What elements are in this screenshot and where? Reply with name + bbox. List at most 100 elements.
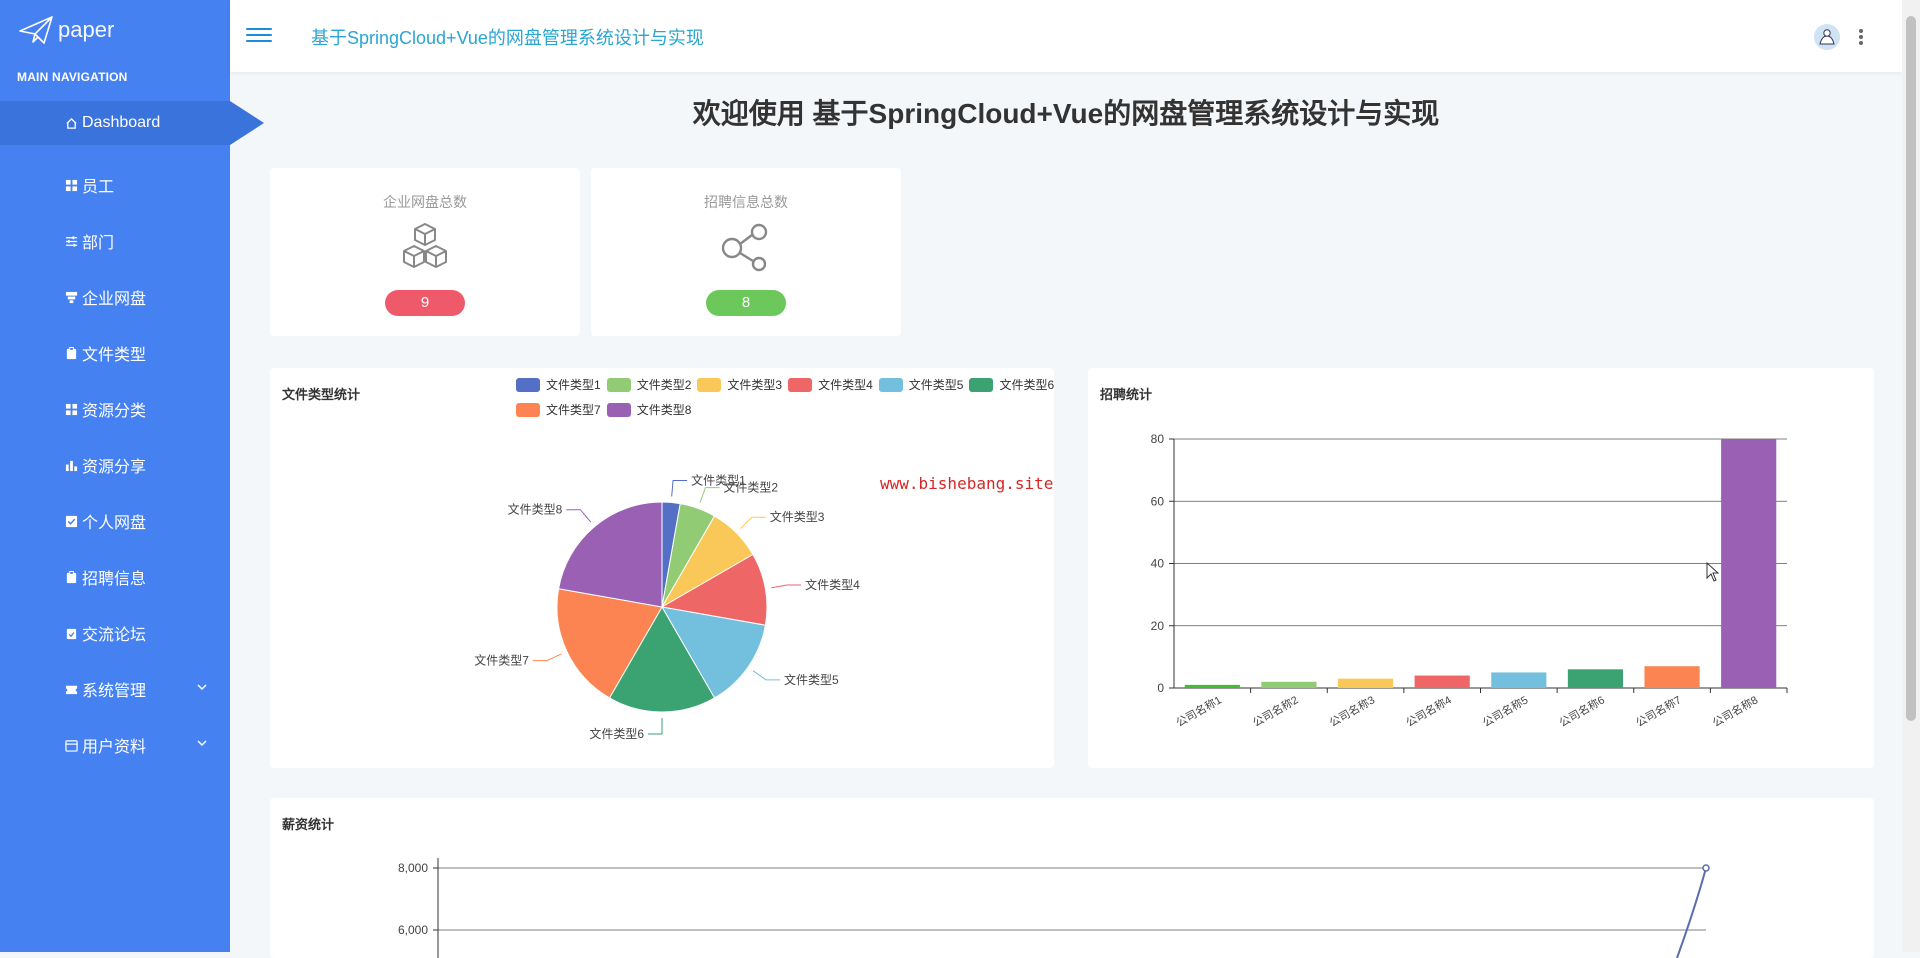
pie-label-line [699, 487, 720, 503]
sidebar-item-dashboard[interactable]: Dashboard [0, 101, 264, 145]
pie-slice-label: 文件类型7 [474, 653, 529, 668]
pie-label-line [648, 718, 663, 735]
sidebar-item-label: 资源分类 [82, 403, 147, 420]
scrollbar-thumb[interactable] [1906, 16, 1916, 721]
menu-toggle-icon[interactable] [246, 24, 272, 46]
sidebar-item-12[interactable]: 用户资料 [0, 717, 230, 773]
sidebar-item-7[interactable]: 资源分享 [0, 437, 230, 493]
brand-logo[interactable]: paper [18, 14, 114, 46]
sliders-icon [64, 234, 78, 248]
pie-label-line [532, 653, 562, 662]
sidebar-item-label: 交流论坛 [82, 627, 147, 644]
stat-title: 企业网盘总数 [383, 194, 467, 210]
bar-chart: 0 20 40 60 80 公司名称1 公司名称2 公司名称3 公司名称4 公司名称5 公司名称6 公… [1151, 432, 1788, 730]
sidebar-item-9[interactable]: 招聘信息 [0, 549, 230, 605]
sidebar-item-5[interactable]: 文件类型 [0, 325, 230, 381]
user-avatar-icon [1814, 24, 1840, 50]
y-tick-label: 8,000 [398, 861, 428, 875]
sidebar: paper MAIN NAVIGATION Dashboard 员工部门企业网盘文… [0, 0, 264, 952]
clipboard-check-icon [64, 626, 78, 640]
sidebar-item-label: 企业网盘 [82, 291, 147, 308]
site-title: 基于SpringCloud+Vue的网盘管理系统设计与实现 [311, 28, 704, 48]
y-tick-label: 6,000 [398, 923, 428, 937]
pie-label-line [566, 509, 592, 523]
sidebar-item-3[interactable]: 部门 [0, 213, 230, 269]
nav-heading: MAIN NAVIGATION [17, 70, 128, 84]
bar[interactable] [1184, 684, 1240, 688]
sidebar-item-8[interactable]: 个人网盘 [0, 493, 230, 549]
bar-chart-icon [64, 458, 78, 472]
sidebar-item-2[interactable]: 员工 [0, 157, 230, 213]
bar[interactable] [1567, 669, 1624, 688]
salary-chart-panel: 薪资统计 6,000 8,000 [270, 798, 1874, 958]
brand-name: paper [58, 17, 115, 42]
x-tick-label: 公司名称7 [1633, 692, 1683, 729]
pie-chart: 文件类型1文件类型2文件类型3文件类型4文件类型5文件类型6文件类型7文件类型8 [474, 472, 860, 741]
bar[interactable] [1261, 681, 1317, 688]
pie-slice-label: 文件类型8 [508, 502, 563, 517]
y-tick-label: 80 [1151, 432, 1165, 446]
sidebar-item-6[interactable]: 资源分类 [0, 381, 230, 437]
pie-slice-label: 文件类型6 [589, 726, 644, 741]
bar[interactable] [1414, 675, 1470, 688]
sidebar-item-11[interactable]: 系统管理 [0, 661, 230, 717]
sidebar-item-4[interactable]: 企业网盘 [0, 269, 230, 325]
welcome-heading: 欢迎使用 基于SpringCloud+Vue的网盘管理系统设计与实现 [692, 98, 1440, 129]
x-tick-label: 公司名称3 [1327, 692, 1377, 729]
pie-slice-label: 文件类型3 [770, 509, 825, 524]
top-header: 基于SpringCloud+Vue的网盘管理系统设计与实现 [230, 0, 1902, 72]
sidebar-item-label: 文件类型 [82, 347, 147, 364]
sidebar-item-label: 资源分享 [82, 459, 147, 476]
sidebar-item-label: 用户资料 [82, 739, 147, 756]
data-point[interactable] [1702, 864, 1710, 872]
stat-card-recruitment: 招聘信息总数 8 [591, 168, 901, 336]
y-tick-label: 40 [1151, 557, 1165, 571]
recruitment-chart-panel: 招聘统计 0 20 40 60 80 公司名称1 公司名称2 公司名称3 公司名称4 公司名称5 公… [1088, 368, 1874, 768]
cubes-icon [403, 223, 447, 268]
main-navigation: Dashboard 员工部门企业网盘文件类型资源分类资源分享个人网盘招聘信息交流论… [0, 101, 264, 773]
pie-slice[interactable] [558, 501, 663, 608]
calendar-icon [64, 738, 78, 752]
stat-value-badge: 9 [385, 290, 465, 316]
chevron-down-icon [197, 740, 207, 747]
grid-icon [64, 178, 78, 192]
chevron-down-icon [197, 684, 207, 691]
home-icon [64, 116, 78, 130]
avatar[interactable] [1814, 24, 1840, 50]
vertical-scrollbar[interactable] [1902, 0, 1920, 952]
grid-icon [64, 402, 78, 416]
x-tick-label: 公司名称1 [1173, 692, 1223, 729]
x-tick-label: 公司名称2 [1250, 692, 1300, 729]
sidebar-item-label: 部门 [82, 235, 115, 252]
sidebar-item-label: 招聘信息 [82, 571, 147, 588]
sidebar-item-10[interactable]: 交流论坛 [0, 605, 230, 661]
pie-slice-label: 文件类型2 [723, 480, 778, 495]
sidebar-item-label: 系统管理 [82, 683, 147, 700]
ticket-icon [64, 682, 78, 696]
bar[interactable] [1491, 672, 1547, 688]
x-tick-label: 公司名称8 [1710, 692, 1760, 729]
stat-value-badge: 8 [706, 290, 786, 316]
sidebar-item-label: 员工 [82, 179, 115, 196]
sidebar-item-label: 个人网盘 [82, 515, 147, 532]
mouse-cursor-icon [1706, 562, 1720, 582]
bar[interactable] [1721, 439, 1777, 688]
paper-plane-icon [19, 16, 53, 44]
bar[interactable] [1337, 678, 1394, 688]
pie-slice-label: 文件类型5 [784, 672, 839, 687]
x-tick-label: 公司名称5 [1480, 692, 1530, 729]
clipboard-icon [64, 346, 78, 360]
clipboard-icon [64, 570, 78, 584]
check-square-icon [64, 514, 78, 528]
line-chart: 6,000 8,000 [398, 858, 1710, 958]
bar[interactable] [1644, 666, 1700, 688]
watermark: www.bishebang.site [880, 474, 1054, 493]
series-line [1676, 867, 1707, 958]
share-nodes-icon [721, 223, 768, 272]
more-options-icon[interactable] [1859, 29, 1863, 45]
stat-title: 招聘信息总数 [704, 194, 788, 210]
x-tick-label: 公司名称4 [1403, 692, 1453, 729]
stat-card-netdisk: 企业网盘总数 9 [270, 168, 580, 336]
filter-icon [64, 290, 78, 304]
pie-label-line [740, 516, 766, 529]
